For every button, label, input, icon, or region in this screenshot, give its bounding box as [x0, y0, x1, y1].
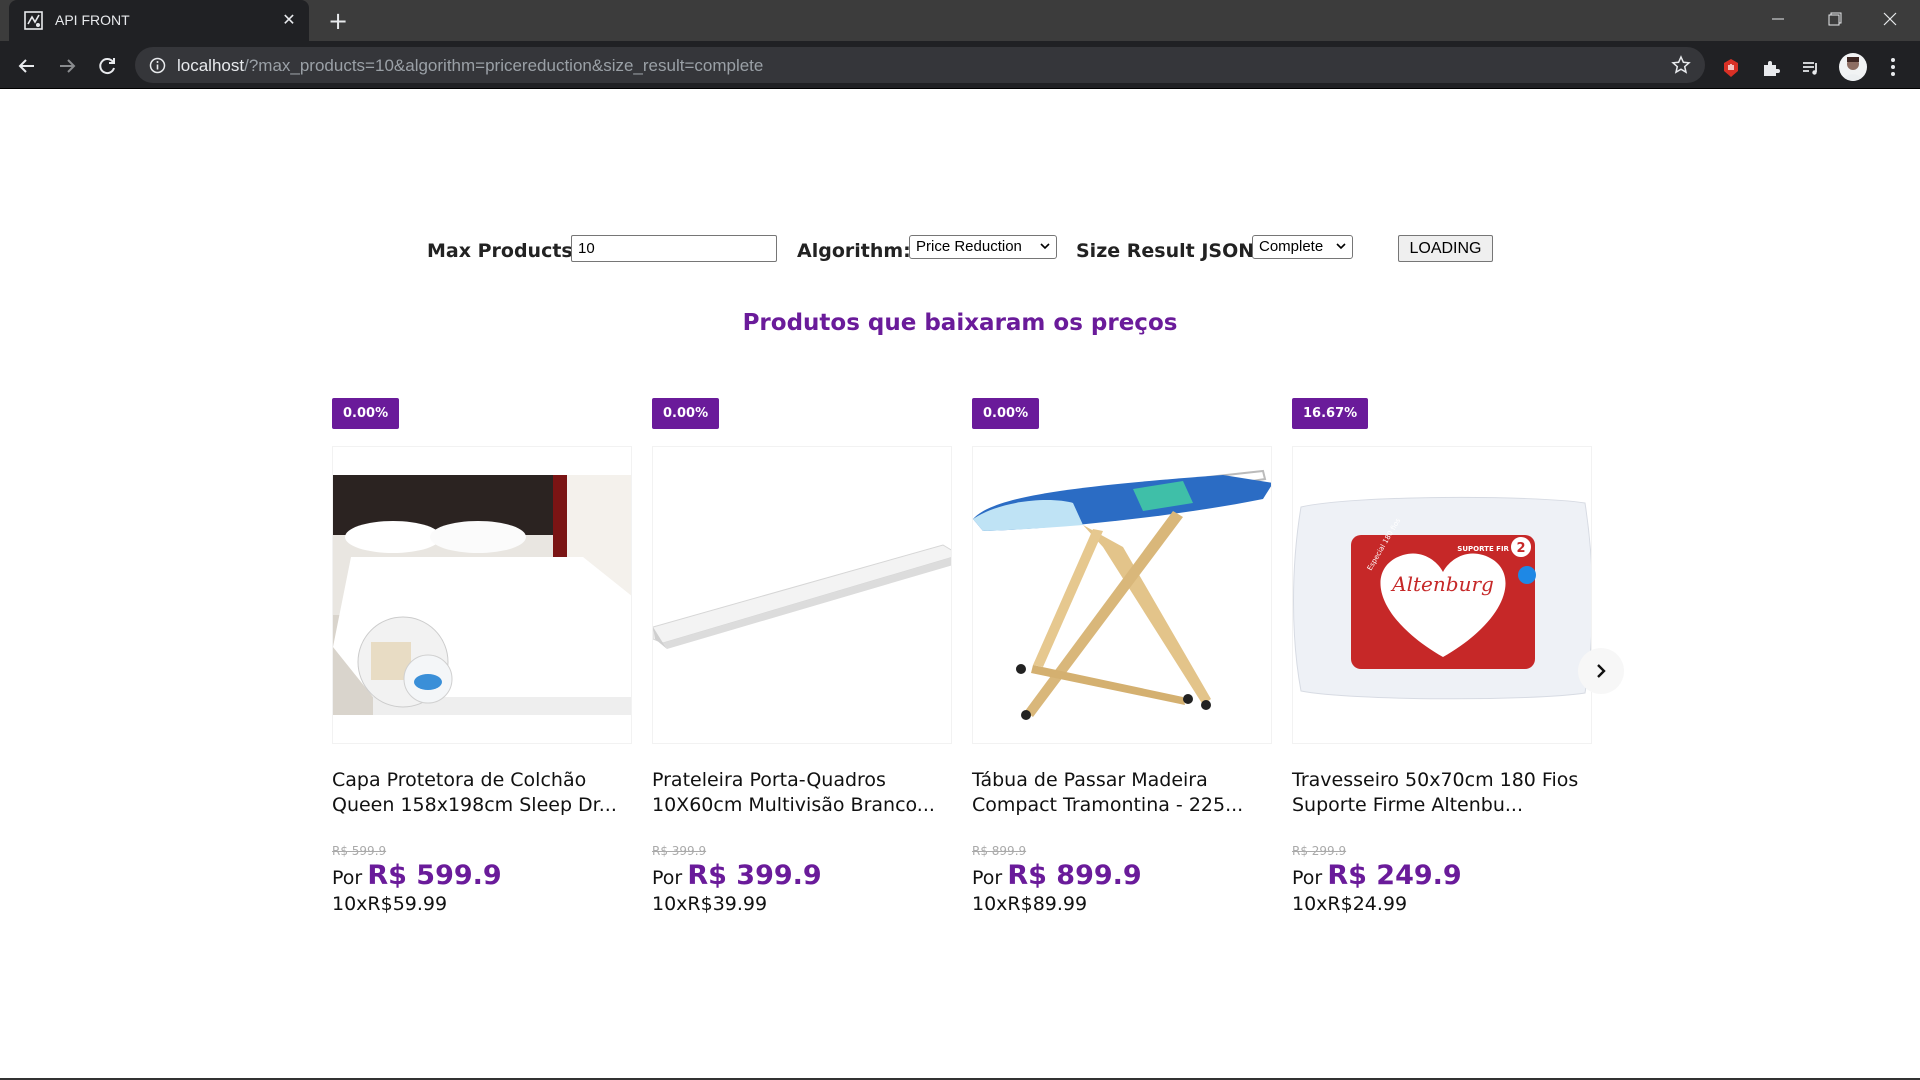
current-price: R$ 599.9	[367, 860, 502, 891]
price-prefix: Por	[332, 867, 363, 889]
product-name-line-2: Queen 158x198cm Sleep Dr...	[332, 794, 617, 816]
current-price: R$ 249.9	[1327, 860, 1462, 891]
product-name[interactable]: Capa Protetora de Colchão Queen 158x198c…	[332, 768, 632, 818]
extensions-puzzle-icon[interactable]	[1760, 57, 1782, 79]
price-row: Por R$ 399.9	[652, 860, 822, 891]
algorithm-select[interactable]: Price Reduction	[909, 235, 1057, 259]
current-price: R$ 899.9	[1007, 860, 1142, 891]
page-content: Max Products: Algorithm: Price Reduction…	[0, 90, 1920, 1080]
minimize-icon[interactable]	[1754, 0, 1802, 38]
old-price: R$ 899.9	[972, 844, 1027, 858]
discount-badge: 16.67%	[1292, 398, 1369, 429]
product-name-line-1: Travesseiro 50x70cm 180 Fios	[1292, 769, 1579, 791]
installment-price: 10xR$89.99	[972, 893, 1088, 915]
site-info-icon[interactable]	[149, 57, 166, 74]
product-name[interactable]: Tábua de Passar Madeira Compact Tramonti…	[972, 768, 1272, 818]
product-name-line-2: Suporte Firme Altenbu...	[1292, 794, 1523, 816]
algorithm-selected-value: Price Reduction	[916, 238, 1022, 255]
section-title: Produtos que baixaram os preços	[742, 310, 1178, 336]
forward-arrow-icon[interactable]	[54, 53, 80, 79]
back-arrow-icon[interactable]	[14, 53, 40, 79]
discount-badge: 0.00%	[652, 398, 720, 429]
installment-price: 10xR$24.99	[1292, 893, 1408, 915]
chevron-right-icon	[1597, 664, 1606, 678]
pillow-number-text: 2	[1516, 541, 1525, 556]
price-prefix: Por	[652, 867, 683, 889]
pillow-image: Altenburg SUPORTE FIRME Especial 180 fio…	[1293, 496, 1591, 700]
ironing-board-image	[973, 469, 1271, 720]
carousel-next-button[interactable]	[1578, 648, 1624, 694]
profile-avatar[interactable]	[1839, 53, 1867, 81]
new-tab-icon[interactable]: +	[325, 8, 351, 34]
pillow-brand-text: Altenburg	[1390, 572, 1494, 596]
price-row: Por R$ 249.9	[1292, 860, 1462, 891]
product-image[interactable]	[652, 446, 952, 744]
discount-badge: 0.00%	[972, 398, 1040, 429]
installment-price: 10xR$39.99	[652, 893, 768, 915]
product-card[interactable]: 0.00% Tábua de Passar Madeira Compact Tr…	[972, 398, 1272, 938]
price-prefix: Por	[972, 867, 1003, 889]
media-control-icon[interactable]	[1800, 57, 1822, 79]
old-price: R$ 399.9	[652, 844, 707, 858]
browser-menu-icon[interactable]	[1883, 55, 1903, 79]
product-card[interactable]: 16.67% Altenburg SUPORTE FIRME Especial …	[1292, 398, 1592, 938]
url-path: /?max_products=10&algorithm=pricereducti…	[244, 56, 764, 75]
product-carousel: 0.00% Capa Protetora de Colchão Queen 15…	[332, 398, 1592, 1038]
tab-title: API FRONT	[55, 12, 130, 28]
product-image[interactable]	[972, 446, 1272, 744]
algorithm-label: Algorithm:	[797, 240, 911, 262]
product-image[interactable]: Altenburg SUPORTE FIRME Especial 180 fio…	[1292, 446, 1592, 744]
installment-price: 10xR$59.99	[332, 893, 448, 915]
extension-hand-icon[interactable]	[1720, 57, 1742, 79]
chevron-down-icon	[1336, 243, 1346, 250]
reload-icon[interactable]	[94, 53, 120, 79]
browser-titlebar: API FRONT ✕ +	[0, 0, 1920, 41]
product-name-line-1: Tábua de Passar Madeira	[972, 769, 1208, 791]
old-price: R$ 299.9	[1292, 844, 1347, 858]
loading-button[interactable]: LOADING	[1398, 235, 1493, 262]
price-row: Por R$ 899.9	[972, 860, 1142, 891]
profile-avatar-icon	[1843, 57, 1863, 81]
address-bar[interactable]: localhost/?max_products=10&algorithm=pri…	[135, 47, 1705, 83]
url-text: localhost/?max_products=10&algorithm=pri…	[177, 56, 763, 76]
old-price: R$ 599.9	[332, 844, 387, 858]
max-products-label: Max Products:	[427, 240, 581, 262]
product-image[interactable]	[332, 446, 632, 744]
mattress-protector-image	[333, 475, 631, 715]
size-result-selected-value: Complete	[1259, 238, 1324, 255]
size-result-label: Size Result JSON:	[1076, 240, 1262, 262]
browser-toolbar: localhost/?max_products=10&algorithm=pri…	[0, 41, 1920, 89]
close-window-icon[interactable]	[1866, 0, 1914, 38]
restore-icon[interactable]	[1810, 0, 1858, 38]
product-name[interactable]: Prateleira Porta-Quadros 10X60cm Multivi…	[652, 768, 952, 818]
close-tab-icon[interactable]: ✕	[279, 10, 299, 30]
discount-badge: 0.00%	[332, 398, 400, 429]
bookmark-star-icon[interactable]	[1671, 55, 1691, 75]
size-result-select[interactable]: Complete	[1252, 235, 1353, 259]
white-shelf-image	[653, 544, 951, 649]
current-price: R$ 399.9	[687, 860, 822, 891]
browser-tab[interactable]: API FRONT ✕	[9, 0, 309, 41]
product-name[interactable]: Travesseiro 50x70cm 180 Fios Suporte Fir…	[1292, 768, 1592, 818]
filter-form: Max Products: Algorithm: Price Reduction…	[0, 235, 1920, 265]
product-card[interactable]: 0.00% Prateleira Porta-Quadros 10X60cm M…	[652, 398, 952, 938]
product-name-line-1: Capa Protetora de Colchão	[332, 769, 587, 791]
chevron-down-icon	[1040, 243, 1050, 250]
max-products-input[interactable]	[571, 235, 777, 262]
product-name-line-2: 10X60cm Multivisão Branco...	[652, 794, 935, 816]
product-card[interactable]: 0.00% Capa Protetora de Colchão Queen 15…	[332, 398, 632, 938]
product-name-line-1: Prateleira Porta-Quadros	[652, 769, 886, 791]
url-host: localhost	[177, 56, 245, 75]
product-name-line-2: Compact Tramontina - 225...	[972, 794, 1244, 816]
price-row: Por R$ 599.9	[332, 860, 502, 891]
api-favicon-icon	[24, 11, 43, 30]
price-prefix: Por	[1292, 867, 1323, 889]
